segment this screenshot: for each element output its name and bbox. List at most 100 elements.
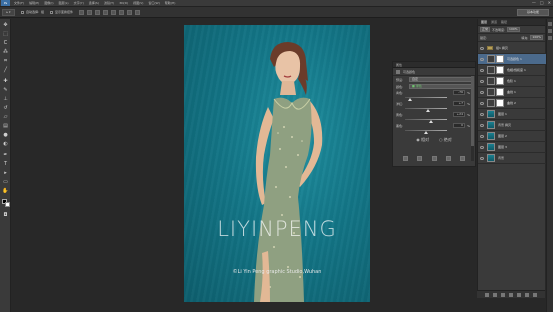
clip-to-layer-icon[interactable] [403, 156, 408, 161]
layer-mask-thumb[interactable] [496, 88, 504, 96]
layer-row-bg-copy[interactable]: 背景 拷贝 [478, 120, 546, 131]
new-group-icon[interactable] [517, 292, 521, 297]
delete-icon[interactable] [460, 156, 465, 161]
menu-3d[interactable]: 3D(D) [119, 1, 128, 5]
minimize-button[interactable]: — [532, 1, 536, 5]
close-button[interactable]: ✕ [548, 1, 551, 5]
layer-row-group[interactable]: 组1 拷贝 [478, 43, 546, 54]
actions-panel-icon[interactable] [548, 29, 552, 33]
clone-stamp-tool-icon[interactable]: ⊥ [2, 95, 9, 102]
eye-icon[interactable] [480, 145, 484, 149]
layer-row-levels[interactable]: 色阶 1 [478, 76, 546, 87]
tab-layers[interactable]: 图层 [481, 20, 487, 24]
marquee-tool-icon[interactable]: ⬚ [2, 30, 9, 37]
layer-row-background[interactable]: 背景 [478, 153, 546, 164]
tool-preset-picker[interactable]: ▸ ▾ [2, 8, 15, 16]
background-color-swatch[interactable] [5, 202, 10, 207]
menu-image[interactable]: 图像(I) [44, 1, 53, 5]
auto-select-target[interactable]: 组 [41, 10, 44, 14]
slider-track[interactable] [405, 119, 447, 120]
gradient-tool-icon[interactable]: ▤ [2, 122, 9, 129]
document-photo[interactable]: LIYINPENG ©Li Yin Peng graphic Studio,Wu… [184, 25, 370, 302]
align-middle-icon[interactable] [87, 9, 93, 15]
quick-select-tool-icon[interactable]: ⁂ [2, 48, 9, 55]
menu-layer[interactable]: 图层(L) [59, 1, 69, 5]
info-panel-icon[interactable] [548, 36, 552, 40]
menu-filter[interactable]: 滤镜(T) [104, 1, 114, 5]
eye-icon[interactable] [480, 134, 484, 138]
align-bottom-icon[interactable] [95, 9, 101, 15]
rectangle-tool-icon[interactable]: ▭ [2, 178, 9, 185]
history-panel-icon[interactable] [548, 22, 552, 26]
tab-channels[interactable]: 通道 [491, 20, 497, 24]
slider-value[interactable]: +24 [453, 112, 465, 117]
distribute-icon[interactable] [127, 9, 133, 15]
relative-radio[interactable]: ◉ 相对 [416, 137, 429, 143]
path-select-tool-icon[interactable]: ▸ [2, 169, 9, 176]
menu-select[interactable]: 选择(S) [89, 1, 99, 5]
fx-icon[interactable] [493, 292, 497, 297]
lasso-tool-icon[interactable]: ᑕ [2, 39, 9, 46]
crop-tool-icon[interactable]: ⌗ [2, 57, 9, 64]
layer-row-curves-1[interactable]: 曲线 1 [478, 87, 546, 98]
workspace-switcher[interactable]: 基本功能 [517, 9, 549, 16]
slider-value[interactable]: 0 [453, 123, 465, 128]
auto-select-checkbox[interactable] [21, 10, 24, 14]
menu-view[interactable]: 视图(V) [133, 1, 143, 5]
menu-help[interactable]: 帮助(H) [165, 1, 176, 5]
trash-icon[interactable] [533, 292, 537, 297]
layer-mask-thumb[interactable] [496, 77, 504, 85]
layer-row-selective-color[interactable]: 可选颜色 1 [478, 54, 546, 65]
slider-value[interactable]: +7 [453, 101, 465, 106]
eye-icon[interactable] [480, 90, 484, 94]
layer-row-curves-2[interactable]: 曲线 2 [478, 98, 546, 109]
blur-tool-icon[interactable]: ● [2, 131, 9, 138]
align-left-icon[interactable] [103, 9, 109, 15]
eraser-tool-icon[interactable]: ▱ [2, 113, 9, 120]
properties-scroll-thumb[interactable] [471, 76, 474, 146]
new-adjustment-icon[interactable] [509, 292, 513, 297]
layer-row-layer-3[interactable]: 图层 3 [478, 142, 546, 153]
layer-row-hue-sat[interactable]: 色相/饱和度 1 [478, 65, 546, 76]
menu-edit[interactable]: 编辑(E) [29, 1, 39, 5]
brush-tool-icon[interactable]: ✎ [2, 86, 9, 93]
layer-row-layer-2[interactable]: 图层 2 [478, 131, 546, 142]
pen-tool-icon[interactable]: ✒ [2, 151, 9, 158]
menu-window[interactable]: 窗口(W) [148, 1, 159, 5]
eye-icon[interactable] [480, 57, 484, 61]
align-center-icon[interactable] [111, 9, 117, 15]
eye-icon[interactable] [480, 46, 484, 50]
eye-icon[interactable] [480, 112, 484, 116]
blend-mode-select[interactable]: 正常 [480, 27, 491, 32]
eye-icon[interactable] [480, 68, 484, 72]
layer-mask-thumb[interactable] [496, 99, 504, 107]
move-tool-icon[interactable]: ✥ [2, 21, 9, 28]
eye-icon[interactable] [480, 156, 484, 160]
menu-type[interactable]: 文字(Y) [74, 1, 84, 5]
show-transform-checkbox[interactable] [50, 10, 54, 14]
menu-file[interactable]: 文件(F) [14, 1, 24, 5]
colors-select[interactable]: ■ 绿色 [409, 84, 472, 89]
opacity-field[interactable]: 100% [507, 27, 520, 32]
preset-select[interactable]: 自定 [409, 77, 472, 82]
history-brush-tool-icon[interactable]: ↺ [2, 104, 9, 111]
slider-thumb[interactable] [424, 131, 428, 134]
fill-field[interactable]: 100% [530, 35, 543, 40]
align-right-icon[interactable] [119, 9, 125, 15]
view-previous-icon[interactable] [417, 156, 423, 161]
maximize-button[interactable]: □ [540, 1, 544, 5]
new-layer-icon[interactable] [525, 292, 529, 297]
layer-mask-thumb[interactable] [496, 55, 504, 63]
tab-paths[interactable]: 路径 [501, 20, 507, 24]
quick-mask-icon[interactable]: ◘ [2, 211, 9, 218]
dodge-tool-icon[interactable]: ◐ [2, 140, 9, 147]
distribute-h-icon[interactable] [135, 9, 141, 15]
visibility-icon[interactable] [445, 156, 451, 161]
layer-row-layer-1[interactable]: 图层 1 [478, 109, 546, 120]
slider-value[interactable]: -76 [453, 90, 465, 95]
reset-icon[interactable] [431, 156, 437, 161]
eye-icon[interactable] [480, 123, 484, 127]
healing-brush-tool-icon[interactable]: ✚ [2, 77, 9, 84]
type-tool-icon[interactable]: T [2, 160, 9, 167]
layer-mask-thumb[interactable] [496, 66, 504, 74]
